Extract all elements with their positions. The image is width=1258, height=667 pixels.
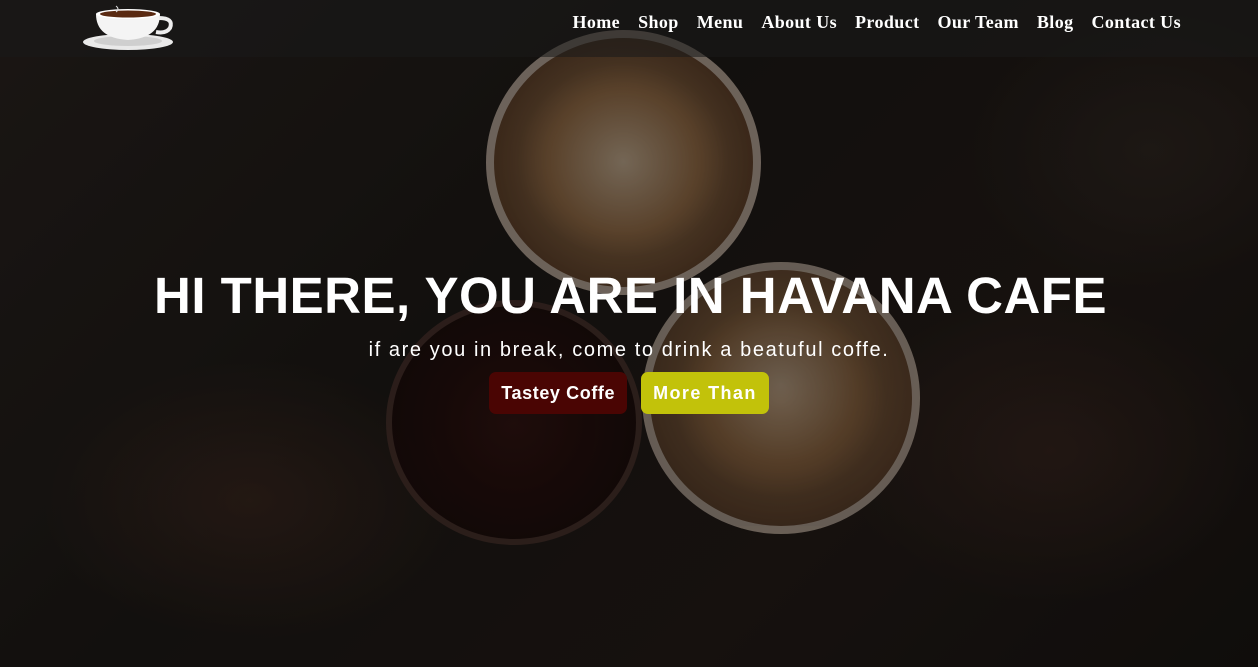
nav-links: Home Shop Menu About Us Product Our Team… [572, 12, 1181, 33]
tastey-coffe-button[interactable]: Tastey Coffe [489, 372, 628, 414]
nav-link-home[interactable]: Home [572, 12, 620, 32]
nav-link-shop[interactable]: Shop [638, 12, 679, 32]
hero-buttons: Tastey Coffe More Than [0, 372, 1258, 414]
hero-section: Home Shop Menu About Us Product Our Team… [0, 0, 1258, 667]
hero-subtitle: if are you in break, come to drink a bea… [368, 339, 890, 361]
nav-link-product[interactable]: Product [855, 12, 919, 32]
more-than-button[interactable]: More Than [641, 372, 769, 414]
nav-link-contact-us[interactable]: Contact Us [1092, 12, 1182, 32]
hero-title: HI THERE, YOU ARE IN HAVANA CAFE [154, 267, 1107, 324]
nav-link-menu[interactable]: Menu [697, 12, 744, 32]
top-navbar: Home Shop Menu About Us Product Our Team… [0, 0, 1258, 57]
coffee-cup-logo-icon[interactable] [82, 4, 176, 52]
hero-content: HI THERE, YOU ARE IN HAVANA CAFE if are … [0, 264, 1258, 414]
nav-link-our-team[interactable]: Our Team [938, 12, 1019, 32]
nav-link-blog[interactable]: Blog [1037, 12, 1074, 32]
nav-link-about-us[interactable]: About Us [761, 12, 837, 32]
